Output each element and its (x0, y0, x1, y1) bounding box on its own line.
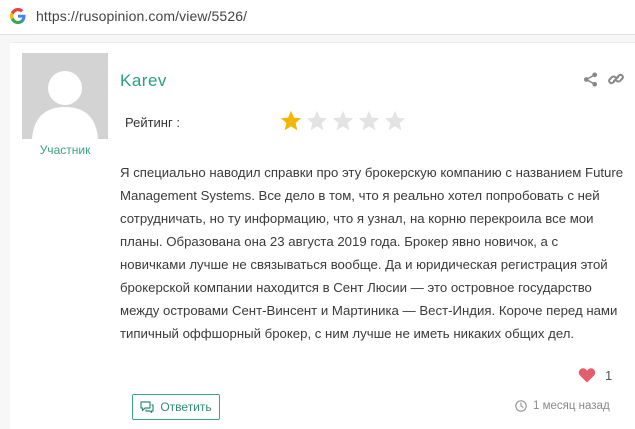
user-role: Участник (39, 143, 91, 157)
star-empty-icon (384, 110, 406, 131)
review-card: Участник Karev Рейтинг : Я специально на… (10, 42, 635, 429)
user-avatar-placeholder[interactable] (22, 53, 108, 139)
time-ago: 1 месяц назад (533, 400, 610, 412)
star-empty-icon (306, 110, 328, 131)
like-button[interactable]: 1 (578, 367, 612, 383)
heart-icon (578, 368, 596, 383)
review-text: Я специально наводил справки про эту бро… (120, 165, 624, 341)
url-text[interactable]: https://rusopinion.com/view/5526/ (36, 8, 247, 24)
link-icon[interactable] (608, 71, 624, 87)
share-icon[interactable] (583, 72, 598, 87)
rating-label: Рейтинг : (125, 115, 180, 130)
like-count: 1 (605, 367, 613, 383)
star-empty-icon (332, 110, 354, 131)
avatar-silhouette-icon (22, 53, 108, 139)
review-author[interactable]: Karev (120, 71, 167, 91)
clock-icon (515, 400, 527, 412)
star-empty-icon (358, 110, 380, 131)
rating-stars (279, 109, 409, 133)
reply-button[interactable]: Ответить (132, 394, 220, 420)
star-filled-icon (280, 110, 302, 131)
reply-label: Ответить (160, 400, 212, 414)
review-time: 1 месяц назад (515, 400, 610, 412)
chat-bubble-icon (140, 401, 154, 413)
google-g-icon (10, 8, 26, 24)
browser-address-bar[interactable]: https://rusopinion.com/view/5526/ (0, 0, 635, 35)
